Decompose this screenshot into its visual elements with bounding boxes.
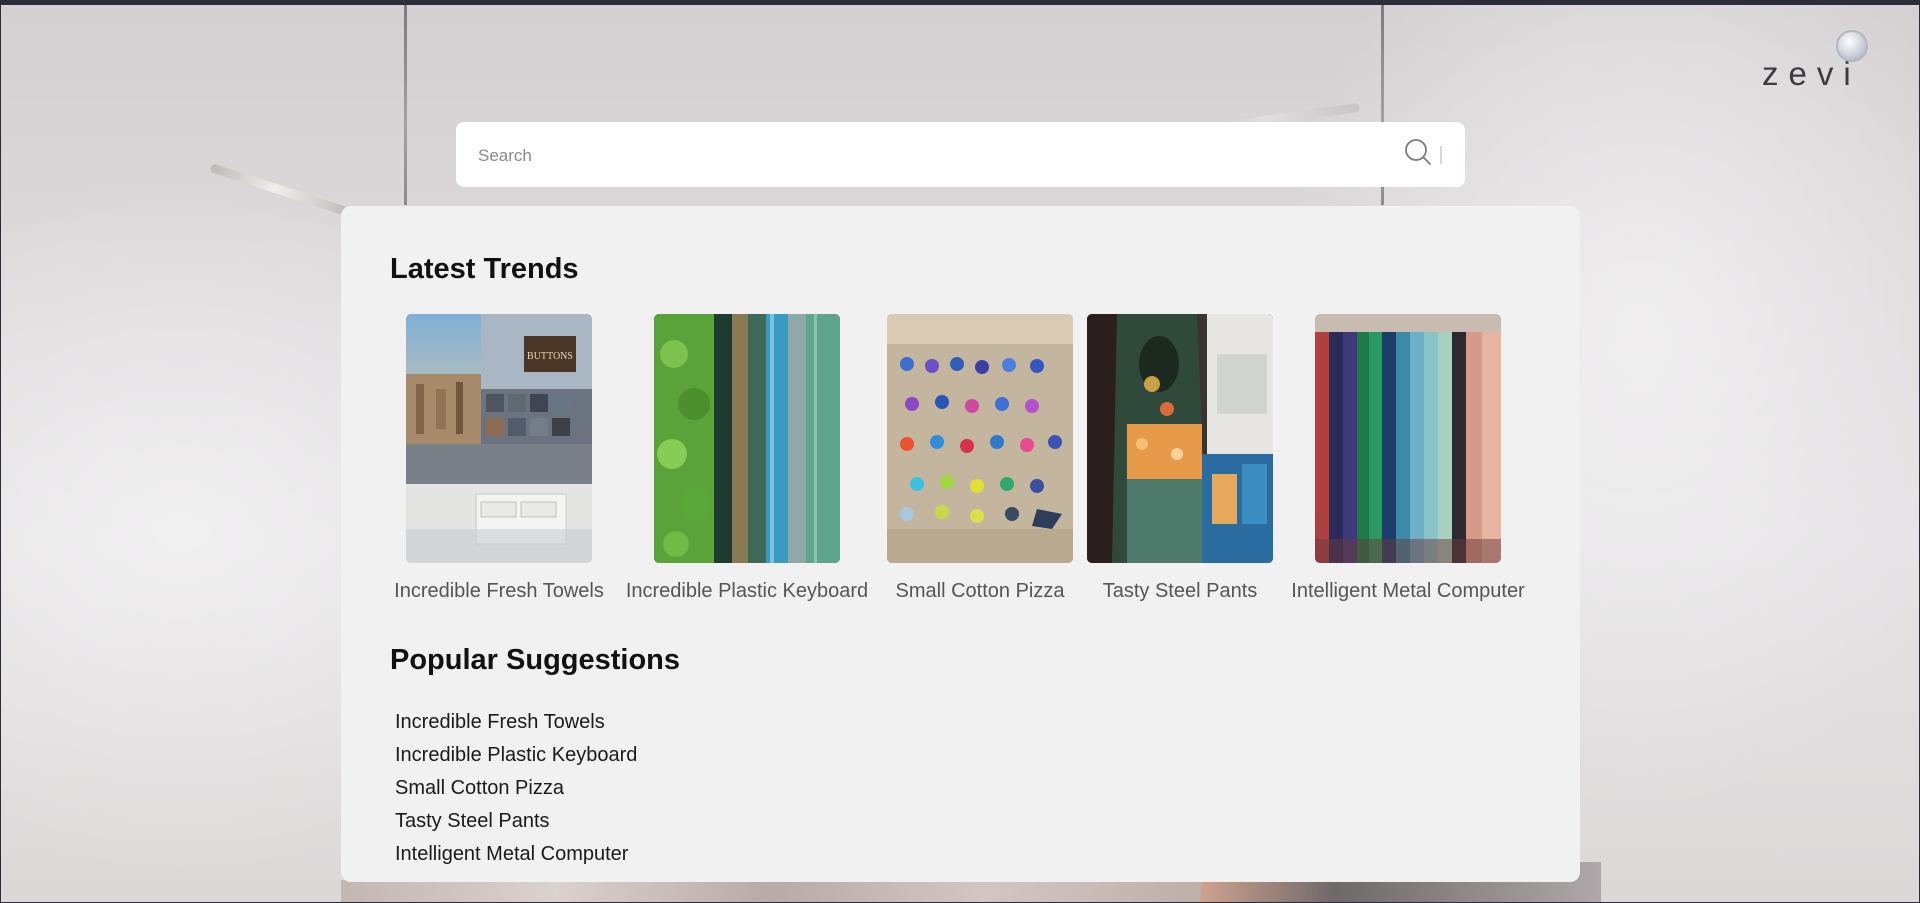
- latest-trends-title: Latest Trends: [390, 253, 579, 285]
- trend-image[interactable]: [1087, 314, 1273, 563]
- suggestion-item[interactable]: Incredible Fresh Towels: [395, 706, 637, 739]
- trend-label[interactable]: Incredible Fresh Towels: [394, 580, 604, 603]
- trend-label[interactable]: Tasty Steel Pants: [1103, 580, 1258, 603]
- trend-image[interactable]: [1315, 314, 1501, 563]
- suggestion-item[interactable]: Tasty Steel Pants: [395, 805, 637, 838]
- svg-text:BUTTONS: BUTTONS: [527, 351, 573, 362]
- trend-image[interactable]: [654, 314, 840, 563]
- trend-image[interactable]: BUTTONS: [406, 314, 592, 563]
- suggestion-item[interactable]: Small Cotton Pizza: [395, 772, 637, 805]
- suggestion-item[interactable]: Intelligent Metal Computer: [395, 838, 637, 871]
- trend-label[interactable]: Incredible Plastic Keyboard: [626, 580, 868, 603]
- search-divider: [1440, 146, 1442, 164]
- suggestion-list: Incredible Fresh Towels Incredible Plast…: [395, 706, 637, 871]
- trend-label[interactable]: Intelligent Metal Computer: [1291, 580, 1524, 603]
- trend-image[interactable]: [887, 314, 1073, 563]
- hanging-wire: [404, 5, 407, 205]
- suggestions-panel: Latest Trends BUTTONS Incredible Fresh T…: [341, 206, 1580, 882]
- search-input[interactable]: [476, 140, 1380, 172]
- popular-suggestions-title: Popular Suggestions: [390, 644, 681, 676]
- suggestion-item[interactable]: Incredible Plastic Keyboard: [395, 739, 637, 772]
- search-bar: [456, 122, 1465, 187]
- fabric-strip: [341, 880, 1201, 902]
- logo-dot-icon: [1836, 30, 1868, 62]
- trend-label[interactable]: Small Cotton Pizza: [896, 580, 1065, 603]
- search-icon[interactable]: [1403, 137, 1433, 167]
